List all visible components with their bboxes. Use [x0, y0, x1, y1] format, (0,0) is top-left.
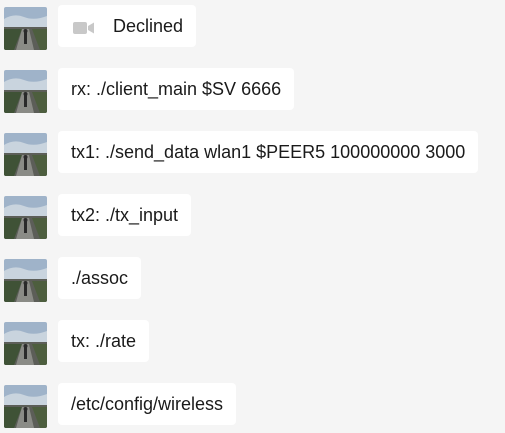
avatar[interactable] [4, 322, 47, 365]
message-bubble[interactable]: ./assoc [58, 257, 142, 299]
avatar-image [4, 70, 47, 113]
avatar-image [4, 259, 47, 302]
message-bubble[interactable]: tx1: ./send_data wlan1 $PEER5 100000000 … [58, 131, 479, 173]
message-row: ./assoc [0, 256, 505, 306]
message-row: Declined [0, 4, 505, 54]
avatar-image [4, 196, 47, 239]
message-text: /etc/config/wireless [71, 393, 224, 414]
avatar[interactable] [4, 385, 47, 428]
message-text: Declined [113, 15, 184, 36]
message-text: ./assoc [71, 267, 129, 288]
avatar-image [4, 385, 47, 428]
message-row: tx2: ./tx_input [0, 193, 505, 243]
message-bubble[interactable]: tx: ./rate [58, 320, 150, 362]
message-bubble[interactable]: Declined [58, 5, 197, 47]
message-bubble[interactable]: /etc/config/wireless [58, 383, 237, 425]
avatar-image [4, 133, 47, 176]
message-text: rx: ./client_main $SV 6666 [71, 78, 282, 99]
message-text: tx: ./rate [71, 330, 137, 351]
avatar[interactable] [4, 70, 47, 113]
message-bubble[interactable]: tx2: ./tx_input [58, 194, 192, 236]
message-row: tx: ./rate [0, 319, 505, 369]
message-row: /etc/config/wireless [0, 382, 505, 432]
avatar[interactable] [4, 259, 47, 302]
message-text: tx1: ./send_data wlan1 $PEER5 100000000 … [71, 141, 466, 162]
avatar[interactable] [4, 7, 47, 50]
message-row: rx: ./client_main $SV 6666 [0, 67, 505, 117]
avatar-image [4, 7, 47, 50]
avatar-image [4, 322, 47, 365]
message-bubble[interactable]: rx: ./client_main $SV 6666 [58, 68, 295, 110]
message-row: tx1: ./send_data wlan1 $PEER5 100000000 … [0, 130, 505, 180]
video-camera-icon [73, 19, 95, 34]
message-text: tx2: ./tx_input [71, 204, 179, 225]
avatar[interactable] [4, 196, 47, 239]
avatar[interactable] [4, 133, 47, 176]
